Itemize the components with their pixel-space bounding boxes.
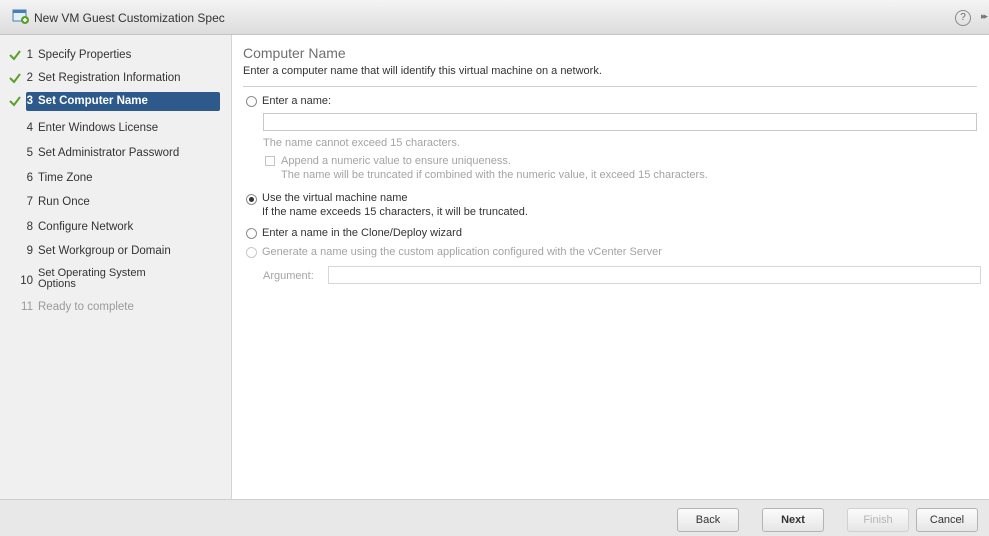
clone-wizard-name-label: Enter a name in the Clone/Deploy wizard (262, 227, 462, 239)
argument-label: Argument: (263, 270, 314, 282)
append-numeric-checkbox[interactable] (265, 156, 275, 166)
dialog-titlebar: New VM Guest Customization Spec ? ▸▸ (0, 0, 989, 35)
custom-app-name-radio (246, 247, 257, 258)
enter-name-label: Enter a name: (262, 95, 332, 107)
step-enter-windows-license[interactable]: 4 Enter Windows License (0, 118, 232, 140)
step-run-once[interactable]: 7 Run Once (0, 192, 232, 214)
step-label: Time Zone (38, 172, 93, 184)
computer-name-input[interactable] (263, 113, 977, 131)
step-number: 4 (26, 122, 33, 134)
finish-button: Finish (847, 508, 909, 532)
step-set-operating-system-options[interactable]: 10 Set Operating System Options (0, 265, 232, 290)
step-label-line2: Options (38, 278, 76, 290)
step-ready-to-complete: 11 Ready to complete (0, 297, 232, 319)
step-label: Enter Windows License (38, 122, 159, 134)
step-configure-network[interactable]: 8 Configure Network (0, 217, 232, 239)
step-number: 10 (20, 275, 33, 287)
step-set-registration-information[interactable]: 2 Set Registration Information (0, 68, 232, 90)
step-label: Ready to complete (38, 301, 134, 313)
step-label: Set Administrator Password (38, 147, 180, 159)
enter-name-radio[interactable] (246, 96, 257, 107)
append-numeric-label: Append a numeric value to ensure uniquen… (281, 155, 511, 167)
step-specify-properties[interactable]: 1 Specify Properties (0, 45, 232, 67)
name-length-hint: The name cannot exceed 15 characters. (263, 137, 460, 149)
page-title: Computer Name (243, 45, 346, 61)
next-button[interactable]: Next (762, 508, 824, 532)
wizard-steps-sidebar: 1 Specify Properties 2 Set Registration … (0, 35, 232, 499)
step-set-computer-name[interactable]: 3 Set Computer Name (0, 91, 232, 113)
cancel-button[interactable]: Cancel (916, 508, 978, 532)
computer-name-panel: Computer Name Enter a computer name that… (243, 35, 989, 499)
step-set-administrator-password[interactable]: 5 Set Administrator Password (0, 143, 232, 165)
step-label: Set Workgroup or Domain (38, 245, 171, 257)
step-label: Specify Properties (38, 49, 132, 61)
wizard-footer: Back Next Finish Cancel (0, 499, 989, 536)
help-icon[interactable]: ? (955, 10, 971, 26)
step-number: 11 (21, 301, 33, 313)
step-label: Configure Network (38, 221, 134, 233)
step-set-workgroup-or-domain[interactable]: 9 Set Workgroup or Domain (0, 241, 232, 263)
argument-input (328, 266, 981, 284)
use-vm-name-radio[interactable] (246, 194, 257, 205)
custom-app-name-label: Generate a name using the custom applica… (262, 246, 662, 258)
customization-spec-icon (12, 9, 29, 24)
step-number: 5 (26, 147, 33, 159)
step-number: 6 (26, 172, 33, 184)
use-vm-name-hint: If the name exceeds 15 characters, it wi… (262, 206, 528, 218)
step-number: 3 (26, 95, 33, 107)
divider (243, 86, 977, 87)
expand-icon[interactable]: ▸▸ (981, 11, 988, 22)
step-label: Run Once (38, 196, 90, 208)
clone-wizard-name-radio[interactable] (246, 228, 257, 239)
back-button[interactable]: Back (677, 508, 739, 532)
page-subtitle: Enter a computer name that will identify… (243, 65, 602, 77)
step-number: 2 (26, 72, 33, 84)
step-time-zone[interactable]: 6 Time Zone (0, 168, 232, 190)
step-label: Set Registration Information (38, 72, 181, 84)
step-label: Set Computer Name (38, 95, 148, 107)
dialog-title: New VM Guest Customization Spec (34, 11, 225, 25)
step-number: 9 (26, 245, 33, 257)
step-number: 8 (26, 221, 33, 233)
use-vm-name-label: Use the virtual machine name (262, 192, 408, 204)
step-number: 1 (26, 49, 33, 61)
append-numeric-hint: The name will be truncated if combined w… (281, 169, 708, 181)
step-number: 7 (26, 196, 33, 208)
